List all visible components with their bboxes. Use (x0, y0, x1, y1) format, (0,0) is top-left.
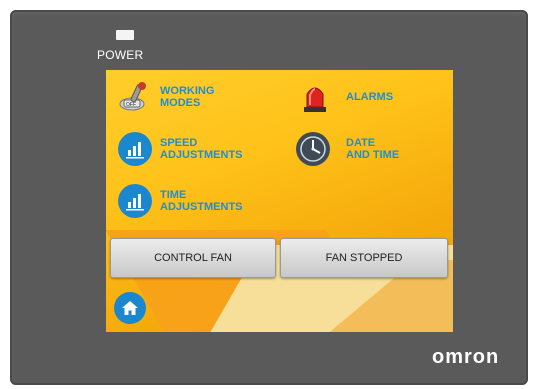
power-label: POWER (97, 48, 144, 62)
alarms-label: ALARMS (346, 91, 394, 103)
home-button[interactable] (114, 292, 146, 324)
menu-item-working-modes[interactable]: OFF WORKING MODES (118, 80, 214, 114)
toggle-switch-icon: OFF (118, 80, 152, 114)
brand-logo: omron (432, 346, 500, 368)
power-led-indicator (116, 30, 134, 40)
fan-status-button[interactable]: FAN STOPPED (280, 238, 448, 278)
touch-screen: OFF WORKING MODES ALARMS SPEED ADJUSTMEN… (106, 70, 453, 332)
menu-item-alarms[interactable]: ALARMS (298, 80, 393, 114)
menu-item-speed-adjustments[interactable]: SPEED ADJUSTMENTS (118, 132, 243, 166)
siren-icon (298, 80, 332, 114)
control-fan-button[interactable]: CONTROL FAN (110, 238, 276, 278)
time-adjustments-label: TIME ADJUSTMENTS (160, 189, 243, 213)
svg-text:OFF: OFF (126, 102, 136, 108)
bar-graph-icon (118, 184, 152, 218)
speed-adjustments-label: SPEED ADJUSTMENTS (160, 137, 243, 161)
menu-item-date-and-time[interactable]: DATE AND TIME (296, 132, 399, 166)
bar-graph-icon (118, 132, 152, 166)
clock-icon (296, 132, 330, 166)
menu-item-time-adjustments[interactable]: TIME ADJUSTMENTS (118, 184, 243, 218)
working-modes-label: WORKING MODES (160, 85, 215, 109)
home-icon (122, 301, 138, 315)
date-and-time-label: DATE AND TIME (346, 137, 400, 161)
